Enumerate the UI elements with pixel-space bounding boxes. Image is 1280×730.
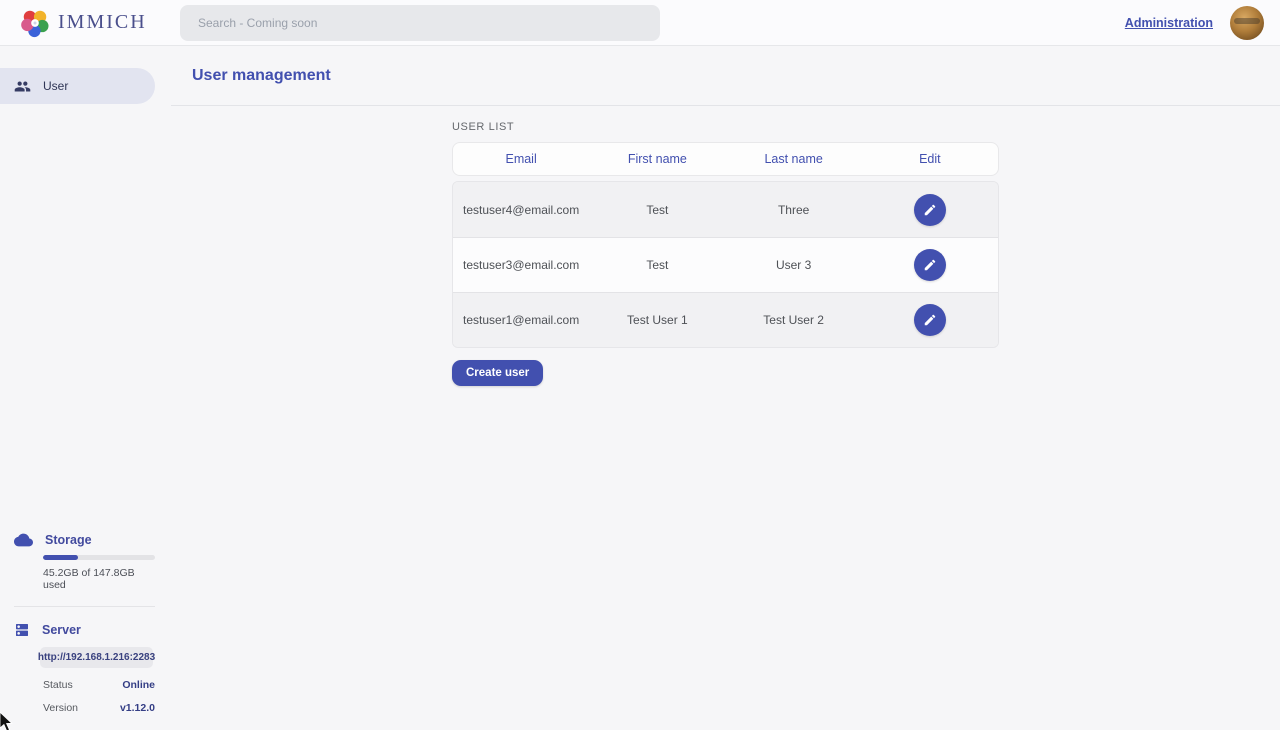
cell-email: testuser1@email.com bbox=[453, 313, 589, 327]
status-label: Status bbox=[43, 679, 73, 691]
column-header-last-name: Last name bbox=[726, 152, 862, 166]
cloud-icon bbox=[14, 533, 33, 547]
sidebar-item-label: User bbox=[43, 79, 68, 93]
version-label: Version bbox=[43, 702, 78, 714]
cell-email: testuser3@email.com bbox=[453, 258, 589, 272]
version-value: v1.12.0 bbox=[120, 702, 155, 714]
section-title: USER LIST bbox=[452, 121, 1280, 133]
immich-admin-app: IMMICH Administration User bbox=[0, 0, 1280, 730]
server-url-badge: http://192.168.1.216:2283 bbox=[40, 647, 153, 668]
server-status-row: Status Online bbox=[43, 679, 155, 691]
cell-last-name: Three bbox=[726, 203, 862, 217]
table-header: Email First name Last name Edit bbox=[452, 142, 999, 176]
storage-section: Storage 45.2GB of 147.8GB used bbox=[0, 533, 171, 591]
immich-brand[interactable]: IMMICH bbox=[20, 8, 180, 38]
column-header-first-name: First name bbox=[589, 152, 725, 166]
logo-text: IMMICH bbox=[58, 11, 147, 34]
cell-last-name: Test User 2 bbox=[726, 313, 862, 327]
cell-first-name: Test bbox=[589, 258, 725, 272]
pencil-icon bbox=[923, 203, 937, 217]
column-header-edit: Edit bbox=[862, 152, 998, 166]
storage-progress-bar bbox=[43, 555, 155, 560]
status-value: Online bbox=[122, 679, 155, 691]
group-icon bbox=[14, 78, 31, 95]
top-bar: IMMICH Administration bbox=[0, 0, 1280, 46]
pencil-icon bbox=[923, 313, 937, 327]
dns-icon bbox=[14, 622, 30, 638]
table-row: testuser4@email.com Test Three bbox=[453, 182, 998, 237]
edit-user-button[interactable] bbox=[914, 249, 946, 281]
storage-title: Storage bbox=[45, 533, 92, 547]
server-title: Server bbox=[42, 623, 81, 637]
sidebar: User Storage 45.2GB of 147.8GB used bbox=[0, 46, 171, 730]
edit-user-button[interactable] bbox=[914, 194, 946, 226]
create-user-button[interactable]: Create user bbox=[452, 360, 543, 386]
cell-email: testuser4@email.com bbox=[453, 203, 589, 217]
user-table: testuser4@email.com Test Three te bbox=[452, 181, 999, 348]
storage-progress-fill bbox=[43, 555, 78, 560]
page-header: User management bbox=[171, 46, 1280, 106]
cell-first-name: Test User 1 bbox=[589, 313, 725, 327]
sidebar-divider bbox=[14, 606, 155, 607]
cell-first-name: Test bbox=[589, 203, 725, 217]
storage-usage-text: 45.2GB of 147.8GB used bbox=[43, 567, 155, 591]
pencil-icon bbox=[923, 258, 937, 272]
main-content: User management USER LIST Email First na… bbox=[171, 46, 1280, 730]
sidebar-status-panel: Storage 45.2GB of 147.8GB used Server bbox=[0, 533, 171, 730]
table-row: testuser3@email.com Test User 3 bbox=[453, 237, 998, 292]
cell-last-name: User 3 bbox=[726, 258, 862, 272]
server-section: Server http://192.168.1.216:2283 Status … bbox=[0, 622, 171, 714]
user-avatar[interactable] bbox=[1230, 6, 1264, 40]
immich-logo-icon bbox=[20, 8, 50, 38]
sidebar-item-user[interactable]: User bbox=[0, 68, 155, 104]
column-header-email: Email bbox=[453, 152, 589, 166]
server-version-row: Version v1.12.0 bbox=[43, 702, 155, 714]
search-input[interactable] bbox=[180, 5, 660, 41]
table-row: testuser1@email.com Test User 1 Test Use… bbox=[453, 292, 998, 347]
administration-link[interactable]: Administration bbox=[1125, 16, 1213, 30]
top-right-controls: Administration bbox=[1125, 6, 1264, 40]
edit-user-button[interactable] bbox=[914, 304, 946, 336]
page-title: User management bbox=[192, 67, 331, 85]
